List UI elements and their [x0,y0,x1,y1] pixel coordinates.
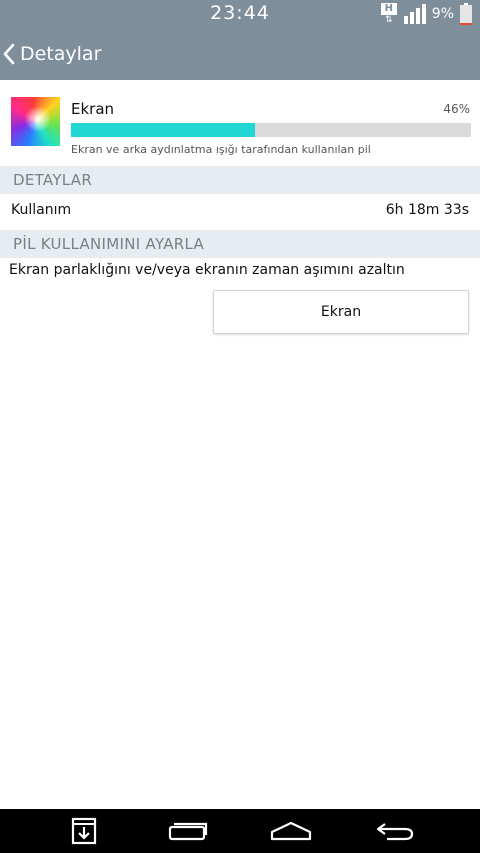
display-color-icon [11,97,60,146]
app-bar: Detaylar [0,28,480,80]
system-back-button[interactable] [365,809,425,853]
recent-apps-icon [168,822,208,841]
top-header: 23:44 H ⇅ 9% Detaylar [0,0,480,80]
usage-progress-bar [71,123,471,137]
back-icon [376,823,414,841]
usage-time-label: Kullanım [11,202,72,218]
section-header-label: PİL KULLANIMINI AYARLA [13,235,205,253]
usage-item-description: Ekran ve arka aydınlatma ışığı tarafında… [71,143,371,156]
usage-item-screen: Ekran 46% Ekran ve arka aydınlatma ışığı… [0,80,480,166]
section-header-label: DETAYLAR [13,171,93,189]
data-transfer-icon: ⇅ [385,15,393,25]
recent-apps-button[interactable] [158,809,218,853]
usage-item-name: Ekran [71,100,115,118]
usage-time-row: Kullanım 6h 18m 33s [0,194,480,228]
usage-item-percent: 46% [443,102,470,116]
notification-drawer-icon [71,817,97,845]
section-header-details: DETAYLAR [0,166,480,194]
section-header-adjust: PİL KULLANIMINI AYARLA [0,230,480,258]
battery-icon [460,3,472,25]
battery-percent: 9% [431,6,454,22]
back-button[interactable]: Detaylar [0,28,111,80]
chevron-left-icon [3,43,15,65]
network-badge: H [380,3,397,15]
home-button[interactable] [261,809,321,853]
network-type-icon: H ⇅ [380,3,398,25]
home-icon [270,821,312,841]
status-icons: H ⇅ 9% [380,2,472,26]
usage-progress-fill [71,123,255,137]
screen-settings-button[interactable]: Ekran [213,290,469,334]
adjust-hint-text: Ekran parlaklığını ve/veya ekranın zaman… [9,262,405,278]
status-bar: 23:44 H ⇅ 9% [0,0,480,28]
notification-drawer-button[interactable] [54,809,114,853]
navigation-bar [0,809,480,853]
signal-strength-icon [403,4,426,24]
page-title: Detaylar [20,43,102,65]
usage-time-value: 6h 18m 33s [385,202,469,218]
